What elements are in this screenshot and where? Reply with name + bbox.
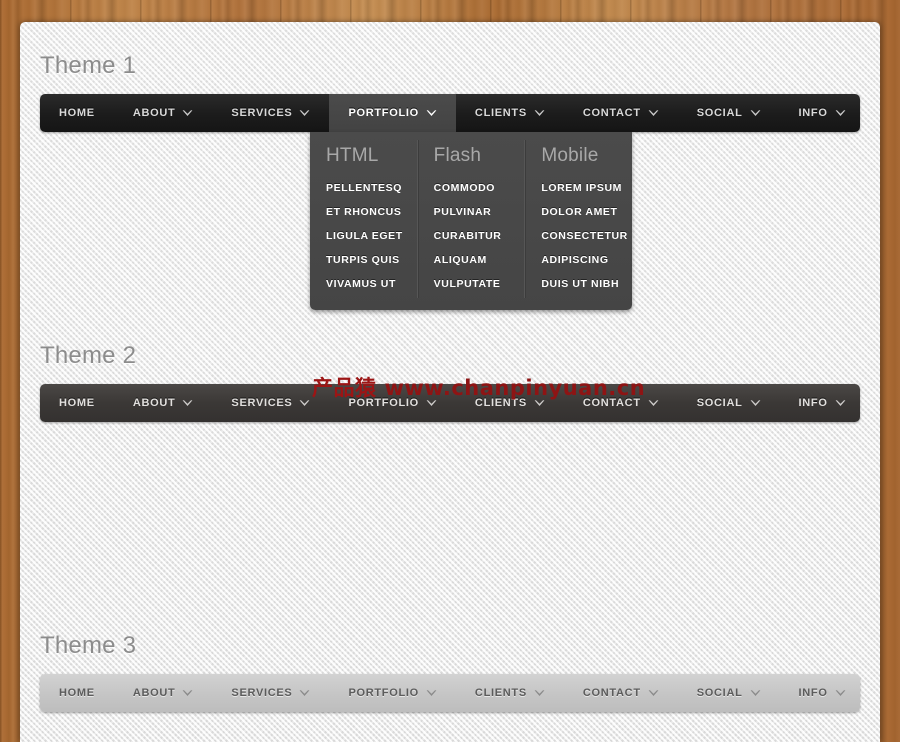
mega-dropdown-portfolio: HTML PELLENTESQ ET RHONCUS LIGULA EGET TURPI… <box>310 132 632 310</box>
nav-item-label: HOME <box>59 107 95 119</box>
nav-item-about[interactable]: ABOUT <box>114 94 213 132</box>
nav-item-clients[interactable]: CLIENTS <box>456 674 564 712</box>
theme-section-1: Theme 1 HOME ABOUT SERVICES PORTFOLIO CLIENTS… <box>20 52 880 310</box>
dropdown-item[interactable]: VULPUTATE <box>418 272 525 296</box>
nav-item-label: ABOUT <box>132 687 176 699</box>
chevron-down-icon <box>182 399 193 407</box>
nav-item-label: CLIENTS <box>474 687 527 699</box>
nav-item-info[interactable]: INFO <box>780 384 865 422</box>
nav-item-label: SOCIAL <box>696 107 743 119</box>
chevron-down-icon <box>534 109 545 117</box>
chevron-down-icon <box>648 689 659 697</box>
dropdown-item[interactable]: VIVAMUS UT <box>310 272 417 296</box>
watermark: 产品猿 www.chanpinyuan.cn <box>312 372 645 402</box>
dropdown-item[interactable]: ADIPISCING <box>525 248 632 272</box>
nav-item-label: SERVICES <box>231 107 293 119</box>
nav-wrapper: HOME ABOUT SERVICES PORTFOLIO CLIENTS CONTACT… <box>40 94 860 310</box>
page-sheet: Theme 1 HOME ABOUT SERVICES PORTFOLIO CLIENTS… <box>20 22 880 742</box>
chevron-down-icon <box>750 109 761 117</box>
nav-item-contact[interactable]: CONTACT <box>564 674 678 712</box>
dropdown-item[interactable]: ET RHONCUS <box>310 200 417 224</box>
chevron-down-icon <box>299 109 310 117</box>
nav-item-portfolio[interactable]: PORTFOLIO <box>329 674 455 712</box>
chevron-down-icon <box>426 689 437 697</box>
nav-item-label: CONTACT <box>582 687 641 699</box>
nav-item-services[interactable]: SERVICES <box>212 94 329 132</box>
dropdown-item[interactable]: DUIS UT NIBH <box>525 272 632 296</box>
chevron-down-icon <box>835 399 846 407</box>
nav-item-label: PORTFOLIO <box>348 107 419 119</box>
dropdown-column-heading: HTML <box>326 145 379 166</box>
theme-title: Theme 2 <box>40 342 137 369</box>
chevron-down-icon <box>182 109 193 117</box>
chevron-down-icon <box>835 109 846 117</box>
dropdown-item[interactable]: PELLENTESQ <box>310 176 417 200</box>
dropdown-item[interactable]: COMMODO <box>418 176 525 200</box>
theme-title: Theme 3 <box>40 632 137 659</box>
nav-item-label: INFO <box>798 107 828 119</box>
nav-item-label: INFO <box>798 397 828 409</box>
dropdown-item[interactable]: CURABITUR <box>418 224 525 248</box>
chevron-down-icon <box>534 689 545 697</box>
nav-item-label: CLIENTS <box>474 107 527 119</box>
nav-item-label: PORTFOLIO <box>348 687 419 699</box>
nav-item-label: INFO <box>798 687 828 699</box>
nav-item-social[interactable]: SOCIAL <box>678 384 780 422</box>
theme-section-3: Theme 3 HOME ABOUT SERVICES PORTFOLIO CLIENTS… <box>20 632 880 712</box>
nav-item-label: ABOUT <box>132 107 176 119</box>
nav-item-about[interactable]: ABOUT <box>114 384 213 422</box>
nav-item-label: ABOUT <box>132 397 176 409</box>
nav-item-home[interactable]: HOME <box>40 94 114 132</box>
nav-item-services[interactable]: SERVICES <box>212 674 329 712</box>
watermark-url: www.chanpinyuan.cn <box>384 376 646 400</box>
nav-item-portfolio[interactable]: PORTFOLIO <box>329 94 456 132</box>
nav-item-home[interactable]: HOME <box>40 674 114 712</box>
nav-item-social[interactable]: SOCIAL <box>678 674 780 712</box>
dropdown-item[interactable]: LIGULA EGET <box>310 224 417 248</box>
theme-title: Theme 1 <box>40 52 137 79</box>
nav-item-label: SERVICES <box>231 397 293 409</box>
watermark-brand: 产品猿 <box>312 376 377 400</box>
dropdown-column: HTML PELLENTESQ ET RHONCUS LIGULA EGET TURPI… <box>310 140 418 298</box>
nav-item-label: HOME <box>59 687 95 699</box>
dropdown-column: Flash COMMODO PULVINAR CURABITUR ALIQUAM VULP… <box>418 140 526 298</box>
nav-item-label: CONTACT <box>582 107 641 119</box>
nav-item-label: SERVICES <box>231 687 293 699</box>
chevron-down-icon <box>182 689 193 697</box>
dropdown-item[interactable]: CONSECTETUR <box>525 224 632 248</box>
chevron-down-icon <box>648 109 659 117</box>
dropdown-item[interactable]: TURPIS QUIS <box>310 248 417 272</box>
nav-item-info[interactable]: INFO <box>780 674 865 712</box>
dropdown-item[interactable]: LOREM IPSUM <box>525 176 632 200</box>
chevron-down-icon <box>299 689 310 697</box>
nav-item-label: SOCIAL <box>696 687 743 699</box>
chevron-down-icon <box>750 689 761 697</box>
chevron-down-icon <box>648 399 659 407</box>
dropdown-column: Mobile LOREM IPSUM DOLOR AMET CONSECTETUR AD… <box>525 140 632 298</box>
navigation-bar: HOME ABOUT SERVICES PORTFOLIO CLIENTS CONTACT… <box>40 94 860 132</box>
nav-item-social[interactable]: SOCIAL <box>678 94 780 132</box>
dropdown-item[interactable]: ALIQUAM <box>418 248 525 272</box>
chevron-down-icon <box>299 399 310 407</box>
dropdown-column-heading: Mobile <box>541 145 599 166</box>
dropdown-item[interactable]: PULVINAR <box>418 200 525 224</box>
nav-item-info[interactable]: INFO <box>780 94 865 132</box>
nav-wrapper: HOME ABOUT SERVICES PORTFOLIO CLIENTS CONTACT… <box>40 674 860 712</box>
navigation-bar: HOME ABOUT SERVICES PORTFOLIO CLIENTS CONTACT… <box>40 674 860 712</box>
chevron-down-icon <box>750 399 761 407</box>
nav-item-clients[interactable]: CLIENTS <box>456 94 564 132</box>
nav-item-about[interactable]: ABOUT <box>114 674 213 712</box>
nav-item-label: HOME <box>59 397 95 409</box>
nav-item-label: SOCIAL <box>696 397 743 409</box>
chevron-down-icon <box>835 689 846 697</box>
nav-item-home[interactable]: HOME <box>40 384 114 422</box>
chevron-down-icon <box>426 109 437 117</box>
dropdown-item[interactable]: DOLOR AMET <box>525 200 632 224</box>
dropdown-column-heading: Flash <box>433 145 482 166</box>
nav-item-contact[interactable]: CONTACT <box>564 94 678 132</box>
